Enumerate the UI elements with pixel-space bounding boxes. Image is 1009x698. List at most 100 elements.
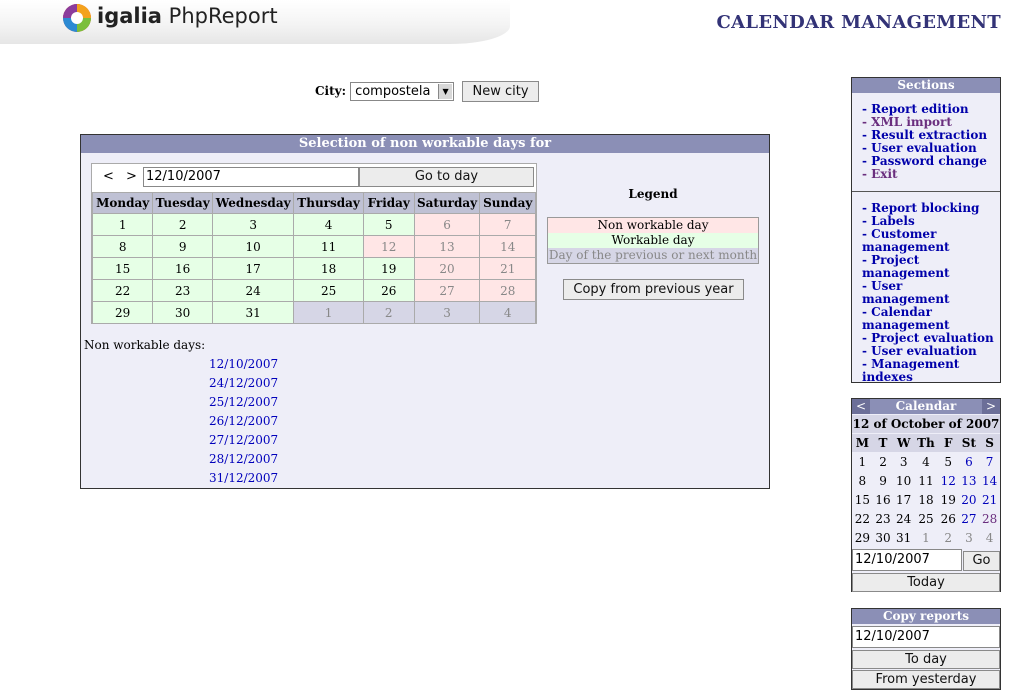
mini-calendar-day[interactable]: 28 <box>979 509 1000 528</box>
calendar-day-cell[interactable]: 29 <box>91 301 154 324</box>
calendar-day-cell[interactable]: 16 <box>152 257 213 280</box>
calendar-day-cell[interactable]: 31 <box>211 301 295 324</box>
calendar-day-cell[interactable]: 7 <box>479 213 536 236</box>
mini-calendar-day[interactable]: 23 <box>873 509 894 528</box>
non-workable-days-label: Non workable days: <box>84 338 206 352</box>
mini-calendar-day[interactable]: 29 <box>852 528 873 547</box>
chevron-down-icon[interactable]: ▼ <box>438 83 453 99</box>
calendar-day-cell[interactable]: 9 <box>152 235 213 258</box>
calendar-day-cell[interactable]: 23 <box>152 279 213 302</box>
mini-date-input[interactable]: 12/10/2007 <box>852 549 962 571</box>
sections-menu-link[interactable]: - Management indexes <box>862 358 994 384</box>
calendar-day-cell[interactable]: 15 <box>91 257 154 280</box>
non-workable-day-link[interactable]: 12/10/2007 <box>209 357 278 376</box>
mini-calendar-day[interactable]: 1 <box>914 528 938 547</box>
non-workable-day-link[interactable]: 24/12/2007 <box>209 376 278 395</box>
calendar-day-cell[interactable]: 17 <box>211 257 295 280</box>
non-workable-day-link[interactable]: 25/12/2007 <box>209 395 278 414</box>
mini-calendar-day[interactable]: 11 <box>914 471 938 490</box>
calendar-day-cell[interactable]: 18 <box>293 257 364 280</box>
mini-calendar-day[interactable]: 30 <box>873 528 894 547</box>
calendar-day-cell[interactable]: 14 <box>479 235 536 258</box>
sections-menu-admin: - Report blocking - Labels - Customer mana… <box>852 192 1000 384</box>
mini-calendar-day[interactable]: 6 <box>959 452 980 471</box>
date-input[interactable]: 12/10/2007 <box>143 167 359 187</box>
go-to-day-button[interactable]: Go to day <box>359 167 534 187</box>
mini-calendar-day[interactable]: 3 <box>893 452 914 471</box>
calendar-day-cell[interactable]: 25 <box>293 279 364 302</box>
city-select[interactable]: compostela ▼ <box>350 81 455 101</box>
calendar-day-cell[interactable]: 6 <box>413 213 481 236</box>
calendar-day-cell[interactable]: 28 <box>479 279 536 302</box>
mini-calendar-day[interactable]: 1 <box>852 452 873 471</box>
copy-from-previous-year-button[interactable]: Copy from previous year <box>563 279 744 300</box>
calendar-day-cell[interactable]: 24 <box>211 279 295 302</box>
calendar-day-cell[interactable]: 1 <box>91 213 154 236</box>
mini-calendar-day[interactable]: 31 <box>893 528 914 547</box>
non-workable-day-link[interactable]: 31/12/2007 <box>209 471 278 490</box>
mini-calendar-day[interactable]: 15 <box>852 490 873 509</box>
calendar-day-cell[interactable]: 10 <box>211 235 295 258</box>
mini-calendar-day[interactable]: 21 <box>979 490 1000 509</box>
mini-calendar-day[interactable]: 24 <box>893 509 914 528</box>
mini-calendar-day[interactable]: 2 <box>873 452 894 471</box>
mini-calendar-day[interactable]: 22 <box>852 509 873 528</box>
prev-month-button[interactable]: < <box>103 169 114 184</box>
calendar-day-cell[interactable]: 13 <box>413 235 481 258</box>
calendar-day-cell[interactable]: 2 <box>152 213 213 236</box>
today-button[interactable]: Today <box>852 573 1000 592</box>
mini-calendar-day[interactable]: 5 <box>938 452 959 471</box>
mini-calendar-day[interactable]: 19 <box>938 490 959 509</box>
mini-calendar-day[interactable]: 26 <box>938 509 959 528</box>
calendar-day-cell[interactable]: 20 <box>413 257 481 280</box>
mini-go-button[interactable]: Go <box>963 551 1000 571</box>
mini-calendar-day[interactable]: 3 <box>959 528 980 547</box>
calendar-day-cell[interactable]: 12 <box>362 235 415 258</box>
calendar-day-cell[interactable]: 26 <box>362 279 415 302</box>
calendar-day-cell[interactable]: 3 <box>211 213 295 236</box>
mini-calendar-day[interactable]: 4 <box>979 528 1000 547</box>
calendar-day-cell[interactable]: 22 <box>91 279 154 302</box>
mini-next-month-button[interactable]: > <box>982 399 1000 414</box>
non-workable-day-link[interactable]: 27/12/2007 <box>209 433 278 452</box>
sections-menu-link[interactable]: - Customer management <box>862 228 994 254</box>
calendar-day-cell[interactable]: 21 <box>479 257 536 280</box>
new-city-button[interactable]: New city <box>462 80 540 102</box>
mini-calendar-day[interactable]: 13 <box>959 471 980 490</box>
mini-calendar-day[interactable]: 8 <box>852 471 873 490</box>
mini-calendar-day[interactable]: 12 <box>938 471 959 490</box>
sections-menu-link[interactable]: - Calendar management <box>862 306 994 332</box>
from-yesterday-button[interactable]: From yesterday <box>852 670 1000 689</box>
mini-calendar-day[interactable]: 25 <box>914 509 938 528</box>
mini-calendar-day[interactable]: 18 <box>914 490 938 509</box>
mini-calendar-day[interactable]: 20 <box>959 490 980 509</box>
calendar-day-cell[interactable]: 30 <box>152 301 213 324</box>
mini-prev-month-button[interactable]: < <box>852 399 870 414</box>
sections-box: Sections - Report edition - XML import - R… <box>851 77 1001 384</box>
non-workable-day-link[interactable]: 26/12/2007 <box>209 414 278 433</box>
mini-calendar-day[interactable]: 14 <box>979 471 1000 490</box>
calendar-day-cell[interactable]: 27 <box>413 279 481 302</box>
sections-menu-link[interactable]: - Project management <box>862 254 994 280</box>
mini-calendar-title: Calendar <box>852 399 1000 414</box>
next-month-button[interactable]: > <box>126 169 137 184</box>
non-workable-day-link[interactable]: 28/12/2007 <box>209 452 278 471</box>
to-day-button[interactable]: To day <box>852 650 1000 669</box>
mini-calendar-day[interactable]: 9 <box>873 471 894 490</box>
calendar-day-cell[interactable]: 4 <box>293 213 364 236</box>
sections-menu-link[interactable]: - Exit <box>862 168 994 181</box>
copy-reports-date-input[interactable]: 12/10/2007 <box>852 626 1000 648</box>
mini-calendar-day[interactable]: 4 <box>914 452 938 471</box>
mini-calendar-day[interactable]: 7 <box>979 452 1000 471</box>
logo-brand: igalia <box>97 4 162 28</box>
calendar-day-cell[interactable]: 8 <box>91 235 154 258</box>
calendar-day-cell[interactable]: 11 <box>293 235 364 258</box>
mini-calendar-day[interactable]: 2 <box>938 528 959 547</box>
calendar-day-cell[interactable]: 19 <box>362 257 415 280</box>
mini-calendar-day[interactable]: 16 <box>873 490 894 509</box>
mini-calendar-day[interactable]: 27 <box>959 509 980 528</box>
mini-calendar-day[interactable]: 10 <box>893 471 914 490</box>
calendar-day-cell[interactable]: 5 <box>362 213 415 236</box>
mini-calendar-day[interactable]: 17 <box>893 490 914 509</box>
sections-menu-link[interactable]: - User management <box>862 280 994 306</box>
